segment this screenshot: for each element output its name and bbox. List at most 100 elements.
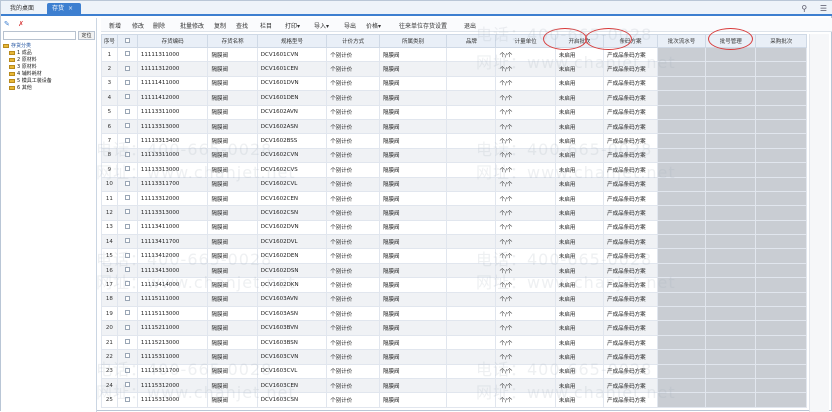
row-checkbox[interactable] bbox=[124, 79, 130, 85]
table-cell: 产成品条码方案 bbox=[603, 234, 658, 250]
tree-node[interactable]: 1 成品 bbox=[3, 50, 52, 57]
row-checkbox[interactable] bbox=[124, 396, 130, 402]
table-cell: 未启用 bbox=[554, 262, 605, 279]
column-header[interactable]: 计价方式 bbox=[326, 34, 380, 48]
table-row[interactable]: 13 11113411000 隔膜阀 DCV1602DVN 个别计价 隔膜阀 个/个 未启用产… bbox=[101, 219, 807, 236]
table-row[interactable]: 9 11113313000 隔膜阀 DCV1602CVS 个别计价 隔膜阀 个/个 未启用 产成… bbox=[101, 162, 807, 178]
toolbar-button[interactable]: 导出 bbox=[344, 21, 356, 30]
table-cell bbox=[755, 306, 807, 322]
table-row[interactable]: 2 11111312000 隔膜阀 DCV1601CEN 个别计价 隔膜阀 个/个 未启用 产成… bbox=[101, 61, 807, 77]
row-checkbox[interactable] bbox=[124, 108, 130, 114]
toolbar-button[interactable]: 删除 bbox=[153, 21, 165, 30]
toolbar-button[interactable]: 复制 bbox=[214, 21, 226, 30]
table-row[interactable]: 17 11113414000 隔膜阀 DCV1602DKN 个别计价 隔膜阀 个/个 未启用产… bbox=[101, 277, 807, 293]
row-checkbox[interactable] bbox=[124, 94, 130, 100]
tree-node[interactable]: 6 其他 bbox=[3, 85, 52, 92]
tree-node[interactable]: 2 原材料 bbox=[3, 57, 52, 64]
row-checkbox[interactable] bbox=[124, 223, 130, 229]
add-icon[interactable]: ✎ bbox=[4, 20, 10, 28]
row-checkbox[interactable] bbox=[124, 51, 130, 57]
tree-node[interactable]: 5 模具工装设备 bbox=[3, 78, 52, 85]
column-header[interactable]: 采购批次 bbox=[755, 34, 807, 48]
column-header[interactable]: 序号 bbox=[101, 34, 118, 48]
select-all-checkbox[interactable] bbox=[124, 37, 130, 43]
table-row[interactable]: 19 11115113000 隔膜阀 DCV1603ASN 个别计价 隔膜阀 个/个 未启用产… bbox=[101, 306, 807, 322]
row-checkbox[interactable] bbox=[124, 382, 130, 388]
row-checkbox[interactable] bbox=[124, 310, 130, 316]
toolbar-button[interactable]: 查找 bbox=[236, 21, 248, 30]
row-checkbox[interactable] bbox=[124, 238, 130, 244]
row-checkbox[interactable] bbox=[124, 151, 130, 157]
vertical-scrollbar[interactable] bbox=[809, 34, 829, 412]
tab-inventory[interactable]: 存货 × bbox=[47, 3, 81, 15]
table-row[interactable]: 6 11113313000 隔膜阀 DCV1602ASN 个别计价 隔膜阀 个/个 未启用 产成… bbox=[101, 118, 807, 135]
settings-icon[interactable]: ☰ bbox=[820, 4, 827, 13]
column-header[interactable]: 批次流水号 bbox=[656, 34, 707, 48]
table-row[interactable]: 20 11115211000 隔膜阀 DCV1603BVN 个别计价 隔膜阀 个/个 未启用产… bbox=[101, 320, 807, 336]
row-checkbox[interactable] bbox=[124, 180, 130, 186]
table-cell bbox=[446, 176, 497, 192]
row-checkbox[interactable] bbox=[124, 209, 130, 215]
row-checkbox[interactable] bbox=[124, 65, 130, 71]
toolbar-button[interactable]: 退出 bbox=[464, 21, 476, 30]
table-row[interactable]: 14 11113411700 隔膜阀 DCV1602DVL 个别计价 隔膜阀 个/个 未启用产… bbox=[101, 234, 807, 250]
table-row[interactable]: 23 11115311700 隔膜阀 DCV1603CVL 个别计价 隔膜阀 个/个 未启用产… bbox=[101, 363, 807, 379]
locate-button[interactable]: 定位 bbox=[78, 31, 95, 40]
row-checkbox[interactable] bbox=[124, 339, 130, 344]
delete-icon[interactable]: ✗ bbox=[18, 20, 24, 28]
table-cell: DCV1602BSS bbox=[256, 133, 328, 149]
column-header[interactable] bbox=[116, 34, 138, 48]
column-header[interactable]: 存货名称 bbox=[207, 34, 258, 48]
table-row[interactable]: 18 11115111000 隔膜阀 DCV1603AVN 个别计价 隔膜阀 个/个 未启用产… bbox=[101, 291, 807, 308]
tree-node[interactable]: 3 原材料 bbox=[3, 64, 52, 71]
table-row[interactable]: 1 11111311000 隔膜阀 DCV1601CVN 个别计价 隔膜阀 个/个 未启用 产成… bbox=[101, 46, 807, 63]
table-row[interactable]: 15 11113412000 隔膜阀 DCV1602DEN 个别计价 隔膜阀 个/个 未启用产… bbox=[101, 248, 807, 264]
row-checkbox[interactable] bbox=[124, 353, 130, 359]
row-checkbox[interactable] bbox=[124, 267, 130, 273]
row-checkbox[interactable] bbox=[124, 252, 130, 258]
table-row[interactable]: 11 11113312000 隔膜阀 DCV1602CEN 个别计价 隔膜阀 个/个 未启用产… bbox=[101, 190, 807, 207]
row-checkbox[interactable] bbox=[124, 324, 130, 330]
tree-node[interactable]: 存货分类 bbox=[3, 43, 52, 50]
table-row[interactable]: 24 11115312000 隔膜阀 DCV1603CEN 个别计价 隔膜阀 个/个 未启用产… bbox=[101, 377, 807, 394]
toolbar-button[interactable]: 导入▾ bbox=[314, 21, 329, 30]
toolbar-button[interactable]: 价格▾ bbox=[366, 21, 381, 30]
table-row[interactable]: 8 11113311000 隔膜阀 DCV1602CVN 个别计价 隔膜阀 个/个 未启用 产成… bbox=[101, 147, 807, 164]
row-checkbox[interactable] bbox=[124, 295, 130, 301]
table-row[interactable]: 16 11113413000 隔膜阀 DCV1602DSN 个别计价 隔膜阀 个/个 未启用产… bbox=[101, 262, 807, 279]
table-row[interactable]: 25 11115313000 隔膜阀 DCV1603CSN 个别计价 隔膜阀 个/个 未启用产… bbox=[101, 392, 807, 408]
toolbar-button[interactable]: 打印▾ bbox=[285, 21, 300, 30]
column-header[interactable]: 所属类别 bbox=[378, 34, 448, 48]
table-row[interactable]: 7 11113313400 隔膜阀 DCV1602BSS 个别计价 隔膜阀 个/个 未启用 产成… bbox=[101, 133, 807, 149]
table-row[interactable]: 3 11111411000 隔膜阀 DCV1601DVN 个别计价 隔膜阀 个/个 未启用 产成… bbox=[101, 75, 807, 92]
row-checkbox[interactable] bbox=[124, 367, 130, 373]
row-checkbox[interactable] bbox=[124, 137, 130, 143]
search-icon[interactable]: ⚲ bbox=[801, 4, 807, 13]
toolbar-button[interactable]: 批量修改 bbox=[180, 21, 204, 30]
table-row[interactable]: 4 11111412000 隔膜阀 DCV1601DEN 个别计价 隔膜阀 个/个 未启用 产成… bbox=[101, 90, 807, 106]
table-row[interactable]: 12 11113313000 隔膜阀 DCV1602CSN 个别计价 隔膜阀 个/个 未启用产… bbox=[101, 205, 807, 221]
table-cell bbox=[656, 334, 707, 351]
toolbar-button[interactable]: 新增 bbox=[109, 21, 121, 30]
row-checkbox[interactable] bbox=[124, 281, 130, 287]
table-row[interactable]: 5 11113311000 隔膜阀 DCV1602AVN 个别计价 隔膜阀 个/个 未启用 产成… bbox=[101, 104, 807, 120]
column-header[interactable]: 品牌 bbox=[446, 34, 497, 48]
close-icon[interactable]: × bbox=[68, 5, 73, 12]
table-row[interactable]: 22 11115311000 隔膜阀 DCV1603CVN 个别计价 隔膜阀 个/个 未启用产… bbox=[101, 349, 807, 365]
table-cell bbox=[656, 46, 707, 63]
row-checkbox[interactable] bbox=[124, 166, 130, 172]
column-header[interactable]: 规格型号 bbox=[256, 34, 328, 48]
tab-my-desktop[interactable]: 我的桌面 bbox=[5, 3, 45, 15]
row-checkbox[interactable] bbox=[124, 123, 130, 129]
toolbar-button[interactable]: 栏目 bbox=[260, 21, 272, 30]
category-search-input[interactable] bbox=[3, 31, 76, 40]
table-cell: 隔膜阀 bbox=[207, 176, 258, 192]
tree-node[interactable]: 4 辅料耗材 bbox=[3, 71, 52, 78]
row-checkbox[interactable] bbox=[124, 195, 130, 201]
toolbar-button[interactable]: 往来单位存货设置 bbox=[399, 21, 447, 30]
table-row[interactable]: 21 11115213000 隔膜阀 DCV1603BSN 个别计价 隔膜阀 个/个 未启用产… bbox=[101, 334, 807, 351]
column-header[interactable]: 存货编码 bbox=[136, 34, 209, 48]
toolbar-button[interactable]: 修改 bbox=[132, 21, 144, 30]
table-row[interactable]: 10 11113311700 隔膜阀 DCV1602CVL 个别计价 隔膜阀 个/个 未启用产… bbox=[101, 176, 807, 192]
table-cell: 11115311700 bbox=[136, 363, 209, 379]
